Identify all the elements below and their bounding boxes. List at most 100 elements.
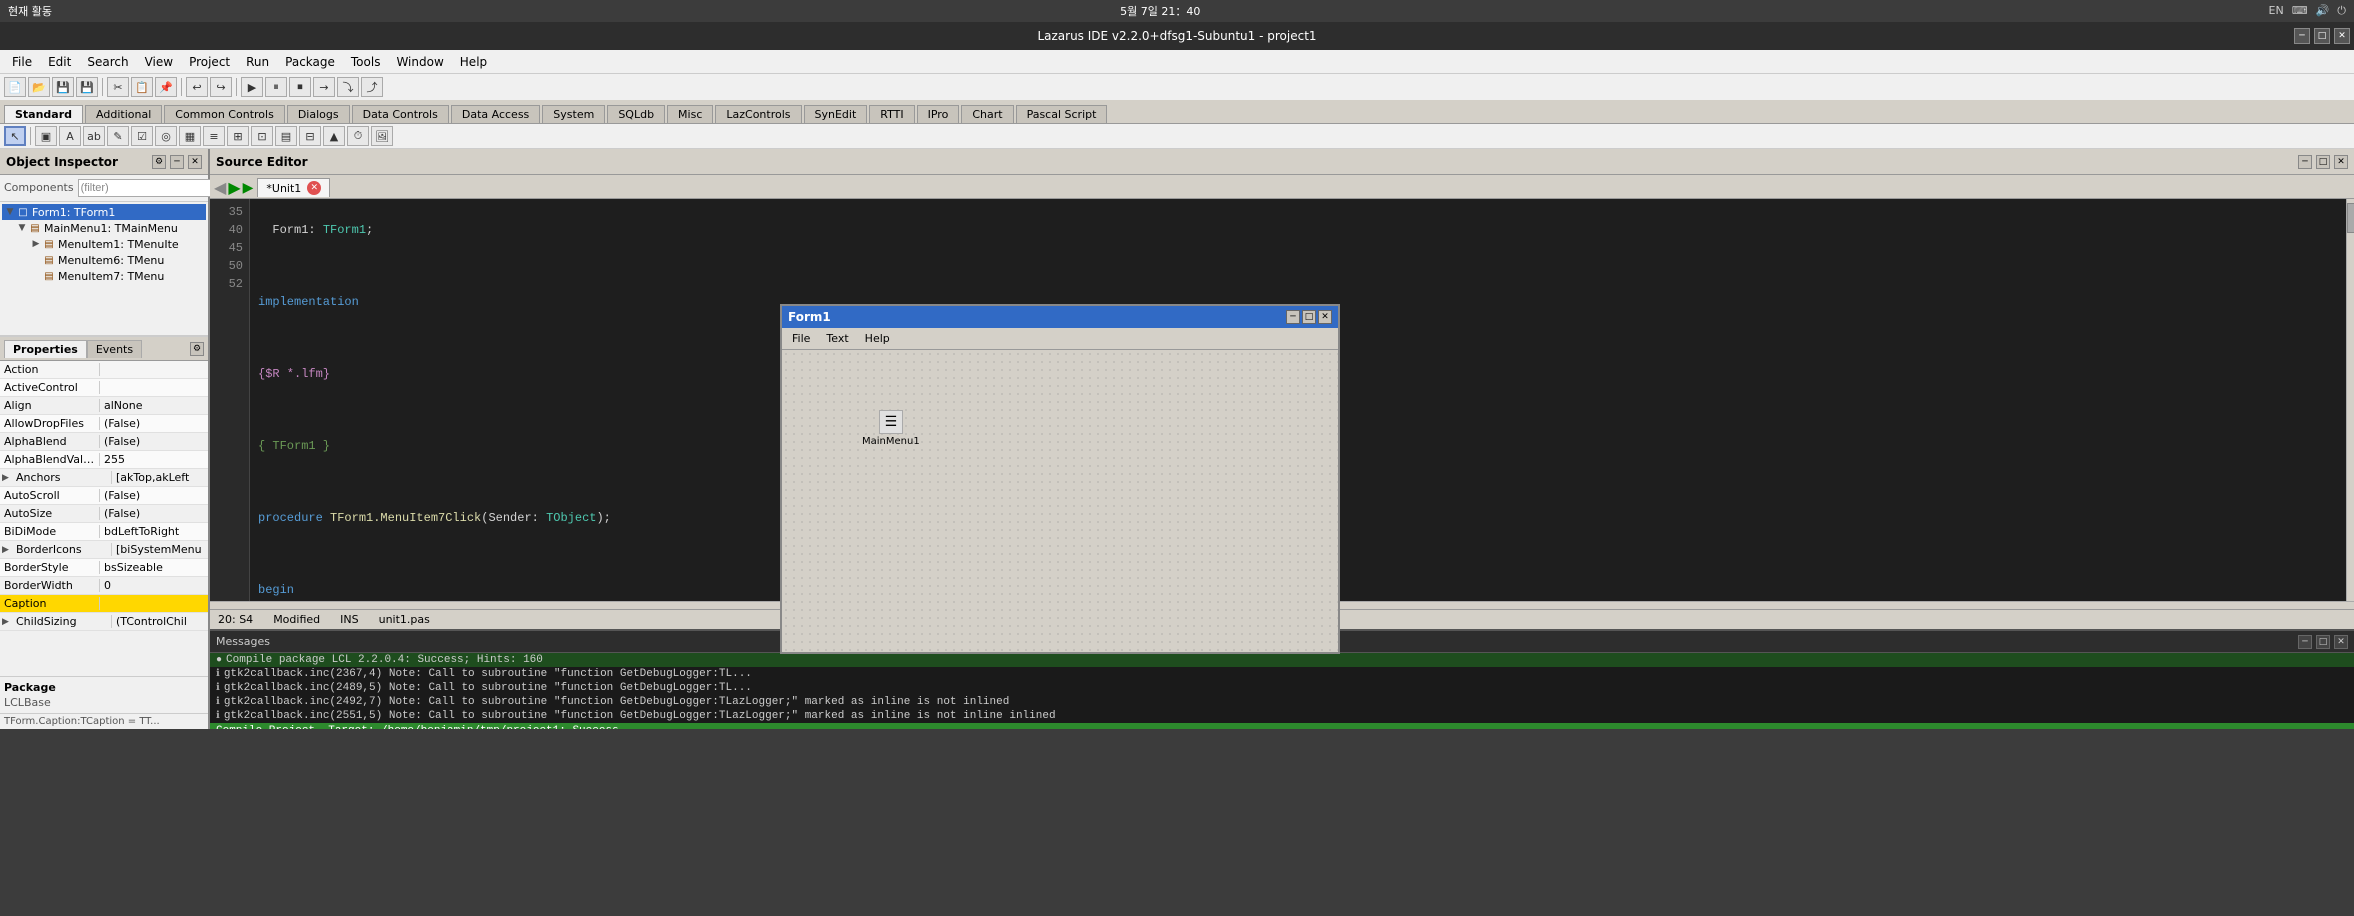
expand-icon-menuitem7[interactable] bbox=[30, 270, 42, 282]
prop-row-alphablendvalue[interactable]: AlphaBlendValue 255 bbox=[0, 451, 208, 469]
comp-12[interactable]: ⊟ bbox=[299, 126, 321, 146]
pointer-tool[interactable]: ↖ bbox=[4, 126, 26, 146]
new-btn[interactable]: 📄 bbox=[4, 77, 26, 97]
source-maximize-btn[interactable]: □ bbox=[2316, 155, 2330, 169]
messages-close-btn[interactable]: ✕ bbox=[2334, 635, 2348, 649]
prop-value-allowdropfiles[interactable]: (False) bbox=[100, 417, 208, 430]
comp-10[interactable]: ⊡ bbox=[251, 126, 273, 146]
tab-synedit[interactable]: SynEdit bbox=[804, 105, 868, 123]
prop-value-align[interactable]: alNone bbox=[100, 399, 208, 412]
tab-additional[interactable]: Additional bbox=[85, 105, 162, 123]
menu-project[interactable]: Project bbox=[181, 53, 238, 71]
prop-value-borderwidth[interactable]: 0 bbox=[100, 579, 208, 592]
stop-btn[interactable]: ⏹ bbox=[289, 77, 311, 97]
prop-row-bordericons[interactable]: ▶ BorderIcons [biSystemMenu bbox=[0, 541, 208, 559]
menu-view[interactable]: View bbox=[137, 53, 181, 71]
menu-package[interactable]: Package bbox=[277, 53, 343, 71]
prop-row-borderstyle[interactable]: BorderStyle bsSizeable bbox=[0, 559, 208, 577]
tree-item-menuitem7[interactable]: ▤ MenuItem7: TMenu bbox=[2, 268, 206, 284]
source-close-btn[interactable]: ✕ bbox=[2334, 155, 2348, 169]
tree-item-mainmenu[interactable]: ▼ ▤ MainMenu1: TMainMenu bbox=[2, 220, 206, 236]
messages-maximize-btn[interactable]: □ bbox=[2316, 635, 2330, 649]
anchors-expand-icon[interactable]: ▶ bbox=[0, 473, 12, 483]
prop-row-action[interactable]: Action bbox=[0, 361, 208, 379]
prop-value-alphablendvalue[interactable]: 255 bbox=[100, 453, 208, 466]
minimize-button[interactable]: ─ bbox=[2294, 28, 2310, 44]
filter-input[interactable] bbox=[78, 179, 226, 197]
comp-15[interactable]: 🖼 bbox=[371, 126, 393, 146]
editor-tab-unit1[interactable]: *Unit1 ✕ bbox=[257, 178, 330, 197]
tree-item-menuitem6[interactable]: ▤ MenuItem6: TMenu bbox=[2, 252, 206, 268]
maximize-button[interactable]: □ bbox=[2314, 28, 2330, 44]
prop-row-caption[interactable]: Caption bbox=[0, 595, 208, 613]
prop-value-borderstyle[interactable]: bsSizeable bbox=[100, 561, 208, 574]
tab-misc[interactable]: Misc bbox=[667, 105, 713, 123]
form1-maximize-btn[interactable]: □ bbox=[1302, 310, 1316, 324]
tab-unit1-close[interactable]: ✕ bbox=[307, 181, 321, 195]
expand-icon-form1[interactable]: ▼ bbox=[4, 206, 16, 218]
prop-value-anchors[interactable]: [akTop,akLeft bbox=[112, 471, 208, 484]
prop-value-alphablend[interactable]: (False) bbox=[100, 435, 208, 448]
tab-nav-left[interactable]: ◀ bbox=[214, 178, 226, 197]
comp-4[interactable]: ✎ bbox=[107, 126, 129, 146]
menu-file[interactable]: File bbox=[4, 53, 40, 71]
menu-search[interactable]: Search bbox=[79, 53, 136, 71]
tab-ipro[interactable]: IPro bbox=[917, 105, 960, 123]
menu-edit[interactable]: Edit bbox=[40, 53, 79, 71]
comp-8[interactable]: ≡ bbox=[203, 126, 225, 146]
prop-value-bordericons[interactable]: [biSystemMenu bbox=[112, 543, 208, 556]
vertical-scrollbar[interactable] bbox=[2346, 199, 2354, 601]
tab-sqldb[interactable]: SQLdb bbox=[607, 105, 665, 123]
tab-nav-right[interactable]: ▶ bbox=[228, 178, 240, 197]
undo-btn[interactable]: ↩ bbox=[186, 77, 208, 97]
source-minimize-btn[interactable]: ─ bbox=[2298, 155, 2312, 169]
prop-value-bidimode[interactable]: bdLeftToRight bbox=[100, 525, 208, 538]
childsizing-expand-icon[interactable]: ▶ bbox=[0, 617, 12, 627]
prop-row-activecontrol[interactable]: ActiveControl bbox=[0, 379, 208, 397]
messages-minimize-btn[interactable]: ─ bbox=[2298, 635, 2312, 649]
tab-common-controls[interactable]: Common Controls bbox=[164, 105, 285, 123]
tab-nav-forward[interactable]: ▶ bbox=[243, 180, 254, 196]
prop-row-childsizing[interactable]: ▶ ChildSizing (TControlChil bbox=[0, 613, 208, 631]
form1-menu-help[interactable]: Help bbox=[859, 331, 896, 346]
comp-14[interactable]: ⏱ bbox=[347, 126, 369, 146]
tab-rtti[interactable]: RTTI bbox=[869, 105, 914, 123]
comp-5[interactable]: ☑ bbox=[131, 126, 153, 146]
prop-row-anchors[interactable]: ▶ Anchors [akTop,akLeft bbox=[0, 469, 208, 487]
prop-value-autoscroll[interactable]: (False) bbox=[100, 489, 208, 502]
tab-properties[interactable]: Properties bbox=[4, 340, 87, 358]
step-out-btn[interactable]: ⤴ bbox=[361, 77, 383, 97]
tree-item-menuitem1[interactable]: ▶ ▤ MenuItem1: TMenuIte bbox=[2, 236, 206, 252]
menu-help[interactable]: Help bbox=[452, 53, 495, 71]
pause-btn[interactable]: ⏸ bbox=[265, 77, 287, 97]
comp-11[interactable]: ▤ bbox=[275, 126, 297, 146]
panel-settings-btn[interactable]: ⚙ bbox=[152, 155, 166, 169]
panel-close-btn[interactable]: ✕ bbox=[188, 155, 202, 169]
form1-mainmenu-component[interactable]: ☰ MainMenu1 bbox=[862, 410, 920, 447]
prop-row-alphablend[interactable]: AlphaBlend (False) bbox=[0, 433, 208, 451]
menu-window[interactable]: Window bbox=[388, 53, 451, 71]
comp-2[interactable]: A bbox=[59, 126, 81, 146]
tab-pascal-script[interactable]: Pascal Script bbox=[1016, 105, 1108, 123]
comp-3[interactable]: ab bbox=[83, 126, 105, 146]
prop-row-allowdropfiles[interactable]: AllowDropFiles (False) bbox=[0, 415, 208, 433]
prop-row-bidimode[interactable]: BiDiMode bdLeftToRight bbox=[0, 523, 208, 541]
form1-minimize-btn[interactable]: ─ bbox=[1286, 310, 1300, 324]
close-button[interactable]: ✕ bbox=[2334, 28, 2350, 44]
step-btn[interactable]: → bbox=[313, 77, 335, 97]
prop-row-autoscroll[interactable]: AutoScroll (False) bbox=[0, 487, 208, 505]
prop-value-autosize[interactable]: (False) bbox=[100, 507, 208, 520]
expand-icon-mainmenu[interactable]: ▼ bbox=[16, 222, 28, 234]
comp-13[interactable]: ▲ bbox=[323, 126, 345, 146]
form1-menu-file[interactable]: File bbox=[786, 331, 816, 346]
form1-menu-text[interactable]: Text bbox=[820, 331, 854, 346]
comp-1[interactable]: ▣ bbox=[35, 126, 57, 146]
tab-events[interactable]: Events bbox=[87, 340, 142, 358]
tab-standard[interactable]: Standard bbox=[4, 105, 83, 123]
tab-system[interactable]: System bbox=[542, 105, 605, 123]
redo-btn[interactable]: ↪ bbox=[210, 77, 232, 97]
comp-9[interactable]: ⊞ bbox=[227, 126, 249, 146]
save-all-btn[interactable]: 💾 bbox=[76, 77, 98, 97]
run-btn[interactable]: ▶ bbox=[241, 77, 263, 97]
expand-icon-menuitem1[interactable]: ▶ bbox=[30, 238, 42, 250]
